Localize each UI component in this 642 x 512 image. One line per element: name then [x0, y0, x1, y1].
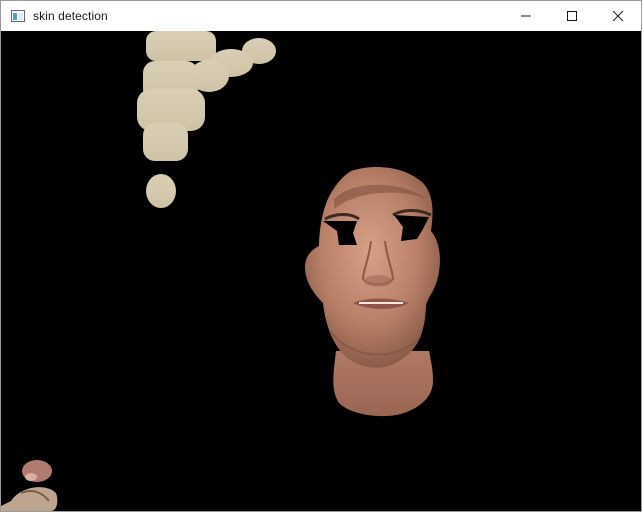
window-app-icon [10, 8, 26, 24]
small-skin-region [1, 460, 58, 511]
minimize-button[interactable] [503, 1, 549, 31]
skin-mask-render [1, 31, 440, 511]
maximize-icon [567, 11, 577, 21]
close-icon [612, 10, 624, 22]
detected-face-region [305, 167, 440, 417]
title-bar[interactable]: skin detection [1, 1, 641, 32]
beige-skin-region-cluster [137, 31, 276, 208]
close-button[interactable] [595, 1, 641, 31]
maximize-button[interactable] [549, 1, 595, 31]
window-controls [503, 1, 641, 31]
minimize-icon [521, 15, 531, 17]
window-title: skin detection [33, 9, 108, 23]
skin-detection-output-image [1, 31, 641, 511]
app-window: skin detection [0, 0, 642, 512]
